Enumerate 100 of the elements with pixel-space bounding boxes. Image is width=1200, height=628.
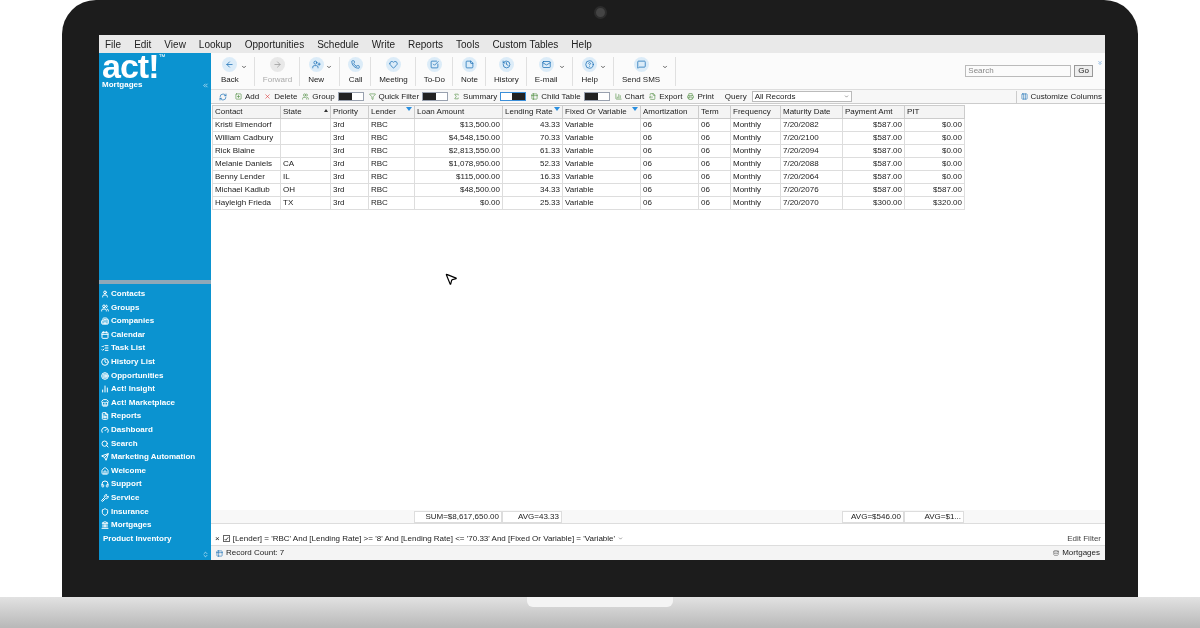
database-name: Mortgages — [1062, 547, 1100, 559]
table-cell: Monthly — [730, 183, 781, 197]
logo: act! — [102, 53, 159, 80]
table-cell: 06 — [698, 118, 731, 132]
go-button[interactable]: Go — [1074, 65, 1093, 77]
customize-columns-button[interactable]: Customize Columns — [1016, 90, 1105, 103]
toolbar-button[interactable]: Send SMS — [617, 56, 673, 86]
phone-icon — [351, 59, 361, 69]
table-cell: Melanie Daniels — [212, 157, 281, 171]
heart-icon — [388, 59, 398, 69]
menu-item[interactable]: Tools — [456, 36, 480, 52]
table-cell: 70.33 — [502, 131, 563, 145]
toolbar-button[interactable]: Chart — [614, 90, 645, 103]
table-cell: 7/20/2094 — [780, 144, 843, 158]
add-icon — [235, 93, 242, 100]
toolbar-button[interactable]: Summary — [453, 90, 498, 103]
table-cell — [280, 118, 331, 132]
table-icon — [531, 93, 539, 100]
table-cell: 3rd — [330, 183, 369, 197]
filter-checkbox[interactable] — [222, 535, 230, 542]
table-cell: IL — [280, 170, 331, 184]
column-header[interactable]: Frequency — [730, 105, 781, 119]
toggle-swatch[interactable] — [422, 92, 449, 101]
toolbar-button[interactable]: Call — [344, 56, 368, 86]
column-header[interactable]: Amortization — [640, 105, 699, 119]
summary-cell: SUM=$8,617,650.00 — [414, 510, 502, 523]
column-header[interactable]: Priority — [330, 105, 369, 119]
mail-icon — [541, 59, 551, 69]
table-cell: RBC — [368, 170, 415, 184]
column-header[interactable]: Term — [698, 105, 731, 119]
menu-item[interactable]: Edit — [134, 36, 152, 52]
refresh-icon[interactable] — [219, 92, 227, 101]
menu-item[interactable]: File — [105, 36, 122, 52]
column-header[interactable]: PIT — [904, 105, 965, 119]
table-cell: RBC — [368, 157, 415, 171]
sum-icon — [453, 93, 461, 100]
back-arrow-icon — [225, 59, 235, 69]
column-header[interactable]: Payment Amt — [842, 105, 905, 119]
bar-chart-icon — [101, 385, 109, 394]
column-header[interactable]: State — [280, 105, 331, 119]
camera-icon — [594, 6, 607, 19]
bar-chart-icon — [614, 93, 622, 100]
toolbar-button[interactable]: Quick Filter — [368, 90, 420, 103]
menu-item[interactable]: Custom Tables — [492, 36, 559, 52]
toolbar-button[interactable]: To-Do — [419, 56, 449, 86]
table-cell: RBC — [368, 131, 415, 145]
toolbar-button[interactable]: New — [304, 56, 337, 86]
column-header[interactable]: Maturity Date — [780, 105, 843, 119]
table-cell: $4,548,150.00 — [414, 131, 503, 145]
note-icon — [464, 59, 474, 69]
toolbar-button[interactable]: Export — [649, 90, 683, 103]
table-cell: $2,813,550.00 — [414, 144, 503, 158]
search-field[interactable]: Search — [965, 65, 1072, 77]
column-header[interactable]: Loan Amount — [414, 105, 503, 119]
table-cell: $587.00 — [842, 157, 905, 171]
toolbar-button[interactable]: Print — [687, 90, 714, 103]
caret-icon — [240, 64, 247, 70]
close-filter-button[interactable]: × — [215, 534, 220, 543]
toggle-swatch[interactable] — [337, 92, 364, 101]
record-count: Record Count: 7 — [226, 547, 285, 559]
table-cell: Monthly — [730, 118, 781, 132]
column-header[interactable]: Contact — [212, 105, 281, 119]
menu-item[interactable]: Write — [371, 36, 395, 52]
column-header[interactable]: Lending Rate — [502, 105, 563, 119]
table-cell: $0.00 — [904, 118, 965, 132]
edit-filter-link[interactable]: Edit Filter — [1067, 532, 1101, 545]
column-header[interactable]: Fixed Or Variable — [562, 105, 641, 119]
toolbar-button[interactable]: Note — [456, 56, 482, 86]
toggle-swatch[interactable] — [500, 92, 527, 101]
caret-icon[interactable] — [618, 536, 624, 541]
toolbar-button[interactable]: E-mail — [530, 56, 570, 86]
toolbar-button[interactable]: Group — [302, 90, 335, 103]
toolbar-button[interactable]: Help — [577, 56, 610, 86]
table-cell: $587.00 — [842, 144, 905, 158]
table-cell: Monthly — [730, 131, 781, 145]
toggle-swatch[interactable] — [583, 92, 610, 101]
menu-item[interactable]: Opportunities — [244, 36, 305, 52]
query-select[interactable]: All Records — [751, 91, 852, 102]
table-cell: 7/20/2070 — [780, 196, 843, 210]
building-icon — [101, 317, 109, 326]
toolbar-button[interactable]: Meeting — [375, 56, 412, 86]
toolbar-button[interactable]: Back — [217, 56, 251, 86]
menu-item[interactable]: Schedule — [317, 36, 359, 52]
menu-item[interactable]: Help — [571, 36, 592, 52]
toolbar-button[interactable]: Child Table — [531, 90, 581, 103]
menu-item[interactable]: View — [164, 36, 186, 52]
toolbar-button[interactable]: Delete — [264, 90, 298, 103]
forward-arrow-icon — [272, 59, 282, 69]
table-cell: 06 — [640, 144, 699, 158]
scroll-arrows-icon[interactable] — [202, 551, 209, 558]
toolbar-button[interactable]: History — [489, 56, 523, 86]
menu-item[interactable]: Lookup — [198, 36, 232, 52]
menu-item[interactable]: Reports — [408, 36, 444, 52]
column-header[interactable]: Lender — [368, 105, 415, 119]
clock-icon — [101, 358, 109, 367]
help-icon — [585, 59, 595, 69]
person-plus-icon — [311, 59, 321, 69]
collapse-icon[interactable] — [202, 82, 209, 89]
chat-icon — [636, 59, 646, 69]
toolbar-button[interactable]: Add — [235, 90, 260, 103]
